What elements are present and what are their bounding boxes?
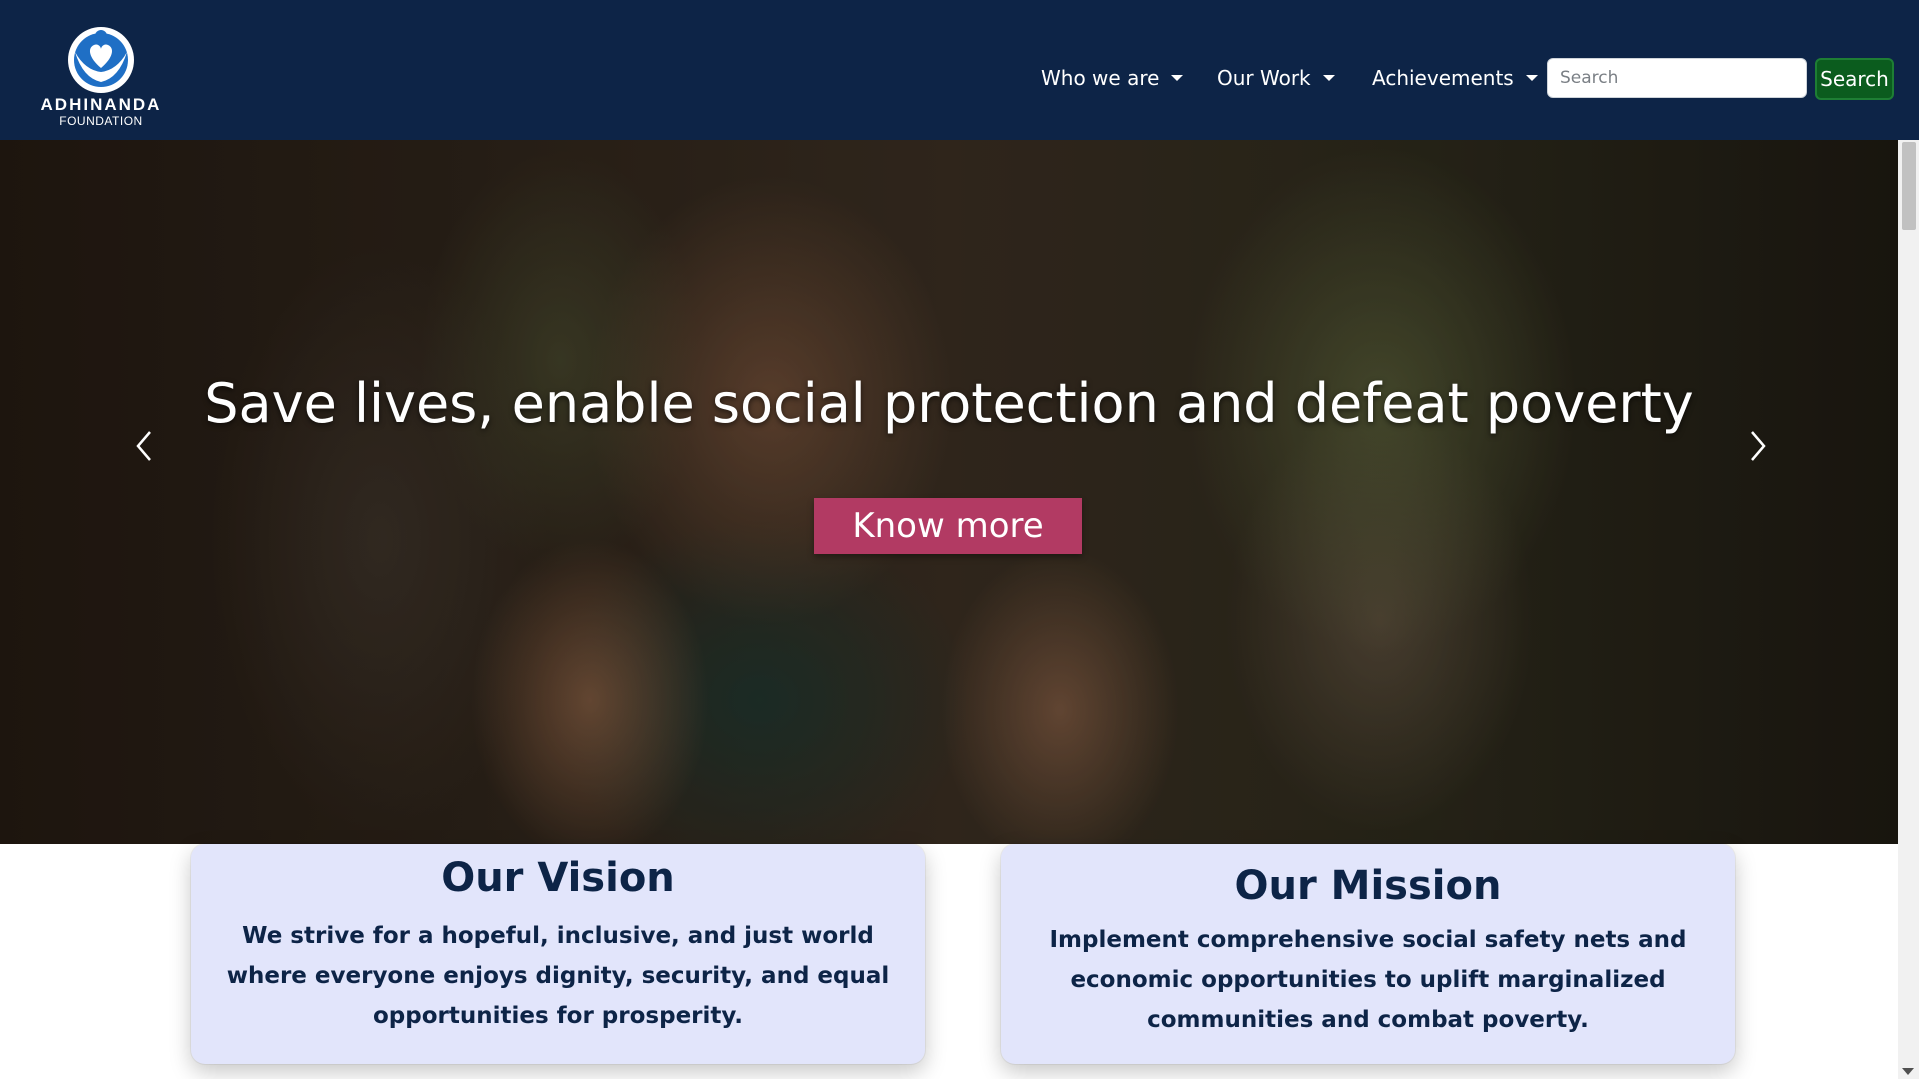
mission-text: Implement comprehensive social safety ne… xyxy=(1049,927,1687,1033)
caret-down-icon xyxy=(1322,75,1335,81)
caret-down-icon xyxy=(1525,75,1538,81)
nav-label-achievements: Achievements xyxy=(1372,66,1514,90)
vision-card: Our Vision We strive for a hopeful, incl… xyxy=(191,844,925,1064)
top-navbar: ADHINANDA FOUNDATION Who we are Our Work… xyxy=(0,0,1919,140)
hero-headline: Save lives, enable social protection and… xyxy=(204,372,1694,435)
search-button[interactable]: Search xyxy=(1815,58,1894,100)
mission-card: Our Mission Implement comprehensive soci… xyxy=(1001,844,1735,1064)
vision-title: Our Vision xyxy=(441,855,675,901)
hands-heart-logo-icon xyxy=(68,27,134,93)
caret-down-icon xyxy=(1171,75,1184,81)
hero-carousel: Save lives, enable social protection and… xyxy=(0,140,1898,844)
page-scrollbar[interactable] xyxy=(1898,140,1919,1079)
mission-title: Our Mission xyxy=(1234,863,1502,909)
brand-logo-link[interactable]: ADHINANDA FOUNDATION xyxy=(28,22,174,134)
brand-name: ADHINANDA xyxy=(40,95,162,114)
brand-subtitle: FOUNDATION xyxy=(59,114,143,128)
scrollbar-thumb[interactable] xyxy=(1902,142,1916,230)
vision-text: We strive for a hopeful, inclusive, and … xyxy=(226,923,890,1029)
nav-dropdown-our-work[interactable]: Our Work xyxy=(1217,64,1335,92)
nav-label-our-work: Our Work xyxy=(1217,66,1311,90)
nav-dropdown-who-we-are[interactable]: Who we are xyxy=(1041,64,1184,92)
know-more-button[interactable]: Know more xyxy=(814,498,1082,554)
nav-label-who-we-are: Who we are xyxy=(1041,66,1160,90)
search-input[interactable] xyxy=(1547,58,1807,98)
scroll-down-arrow-icon[interactable] xyxy=(1902,1068,1914,1075)
hero-image-overlay xyxy=(0,140,1898,844)
nav-dropdown-achievements[interactable]: Achievements xyxy=(1372,64,1538,92)
